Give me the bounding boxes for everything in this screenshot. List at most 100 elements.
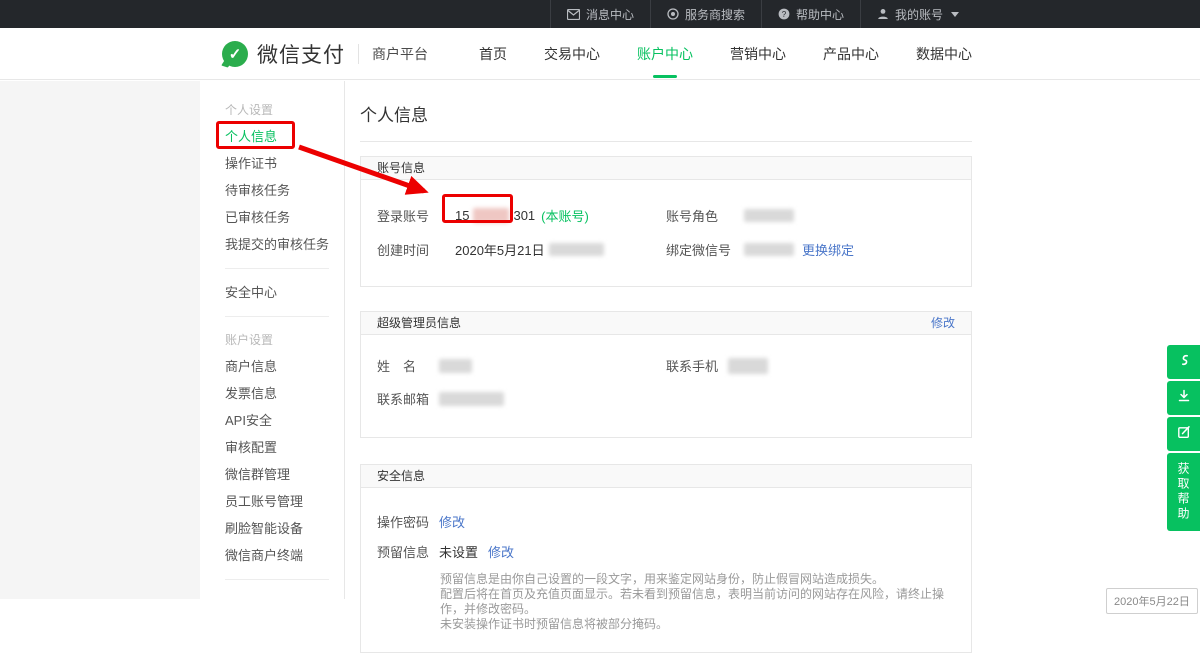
question-icon: ? (778, 8, 790, 20)
search-icon (667, 8, 679, 20)
provider-search-label: 服务商搜索 (685, 6, 745, 23)
title-divider (360, 141, 972, 142)
created-time-value: 2020年5月21日 (455, 240, 604, 259)
sidebar-item-operation-certificate[interactable]: 操作证书 (200, 150, 344, 177)
security-info-panel-body: 操作密码 修改 预留信息 未设置 修改 预留信息是由你自己设置的一段文字，用来鉴… (361, 488, 971, 652)
redacted-contact-phone (728, 358, 768, 374)
sidebar-item-pending-review-tasks[interactable]: 待审核任务 (200, 177, 344, 204)
redacted-wechat-id (744, 243, 794, 256)
download-icon (1177, 389, 1191, 408)
redacted-login-middle (473, 208, 509, 223)
login-account-value: 15301 (455, 208, 535, 223)
download-button[interactable] (1167, 381, 1200, 415)
super-admin-panel-title: 超级管理员信息 (377, 312, 461, 334)
contact-email-label: 联系邮箱 (377, 389, 439, 408)
link-icon (1177, 353, 1191, 372)
change-binding-link[interactable]: 更换绑定 (802, 240, 854, 259)
nav-marketing-center[interactable]: 营销中心 (730, 38, 786, 70)
account-role-label: 账号角色 (666, 206, 744, 225)
svg-text:?: ? (782, 10, 787, 19)
sidebar-item-staff-account-mgmt[interactable]: 员工账号管理 (200, 488, 344, 515)
left-gutter (0, 81, 200, 599)
account-info-panel: 账号信息 登录账号 15301 (本账号) 账号角色 (360, 156, 972, 287)
reserved-desc-line1: 预留信息是由你自己设置的一段文字，用来鉴定网站身份，防止假冒网站造成损失。 (440, 572, 955, 587)
sidebar-item-security-center[interactable]: 安全中心 (200, 279, 344, 306)
operation-password-label: 操作密码 (377, 512, 439, 531)
nav-home[interactable]: 首页 (479, 38, 507, 70)
get-help-button[interactable]: 获取帮助 (1167, 453, 1200, 531)
nav-account-center[interactable]: 账户中心 (637, 38, 693, 70)
nav-transaction-center[interactable]: 交易中心 (544, 38, 600, 70)
page-title: 个人信息 (360, 101, 972, 126)
sidebar-item-wechat-group-mgmt[interactable]: 微信群管理 (200, 461, 344, 488)
sidebar-divider (225, 268, 329, 269)
header: ✓ 微信支付 商户平台 首页 交易中心 账户中心 营销中心 产品中心 数据中心 (0, 28, 1200, 80)
sidebar-item-reviewed-tasks[interactable]: 已审核任务 (200, 204, 344, 231)
nav-data-center[interactable]: 数据中心 (916, 38, 972, 70)
help-widget: 获取帮助 (1167, 345, 1200, 531)
security-info-panel-title: 安全信息 (377, 465, 425, 487)
contact-phone-label: 联系手机 (666, 356, 728, 375)
edit-admin-link[interactable]: 修改 (931, 312, 955, 334)
message-center-label: 消息中心 (586, 6, 634, 23)
login-account-label: 登录账号 (377, 206, 455, 225)
message-center-link[interactable]: 消息中心 (550, 0, 650, 28)
sidebar-item-review-config[interactable]: 审核配置 (200, 434, 344, 461)
sidebar-divider (225, 579, 329, 580)
admin-name-label: 姓 名 (377, 356, 439, 375)
page-body: 个人设置 个人信息 操作证书 待审核任务 已审核任务 我提交的审核任务 安全中心… (0, 81, 1200, 599)
reserved-info-description: 预留信息是由你自己设置的一段文字，用来鉴定网站身份，防止假冒网站造成损失。 配置… (440, 572, 955, 632)
brand-separator (358, 44, 359, 64)
redacted-contact-email (439, 392, 504, 406)
account-info-panel-header: 账号信息 (361, 157, 971, 180)
main-content: 个人信息 账号信息 登录账号 15301 (本账号) 账号角色 (360, 81, 972, 653)
account-info-panel-title: 账号信息 (377, 157, 425, 179)
help-center-label: 帮助中心 (796, 6, 844, 23)
sidebar-item-wechat-merchant-terminal[interactable]: 微信商户终端 (200, 542, 344, 569)
envelope-icon (567, 9, 580, 20)
user-icon (877, 8, 889, 20)
wechat-pay-logo: ✓ (222, 41, 248, 67)
account-info-panel-body: 登录账号 15301 (本账号) 账号角色 创建时间 (361, 180, 971, 286)
reserved-info-value: 未设置 (439, 542, 478, 561)
primary-nav: 首页 交易中心 账户中心 营销中心 产品中心 数据中心 (479, 28, 972, 80)
sidebar-divider (225, 316, 329, 317)
edit-password-link[interactable]: 修改 (439, 512, 465, 531)
redacted-admin-name (439, 359, 472, 373)
super-admin-panel-body: 姓 名 联系手机 联系邮箱 (361, 335, 971, 437)
caret-down-icon (951, 12, 959, 17)
date-tooltip: 2020年5月22日 (1106, 588, 1198, 614)
redacted-created-time (549, 243, 604, 256)
edit-reserved-info-link[interactable]: 修改 (488, 542, 514, 561)
reserved-desc-line2: 配置后将在首页及充值页面显示。若未看到预留信息，表明当前访问的网站存在风险，请终… (440, 587, 955, 617)
current-account-tag: (本账号) (541, 206, 589, 225)
sidebar-item-invoice-info[interactable]: 发票信息 (200, 380, 344, 407)
created-time-label: 创建时间 (377, 240, 455, 259)
feedback-button[interactable] (1167, 417, 1200, 451)
sidebar-item-api-security[interactable]: API安全 (200, 407, 344, 434)
redacted-account-role (744, 209, 794, 222)
security-info-panel: 安全信息 操作密码 修改 预留信息 未设置 修改 预留 (360, 464, 972, 653)
sidebar: 个人设置 个人信息 操作证书 待审核任务 已审核任务 我提交的审核任务 安全中心… (200, 81, 345, 599)
sidebar-section-personal-settings: 个人设置 (200, 97, 344, 123)
security-info-panel-header: 安全信息 (361, 465, 971, 488)
sidebar-item-merchant-info[interactable]: 商户信息 (200, 353, 344, 380)
topbar: 消息中心 服务商搜索 ? 帮助中心 我的账号 (0, 0, 1200, 28)
sidebar-section-account-settings: 账户设置 (200, 327, 344, 353)
reserved-info-label: 预留信息 (377, 542, 439, 561)
help-center-link[interactable]: ? 帮助中心 (761, 0, 860, 28)
provider-search-link[interactable]: 服务商搜索 (650, 0, 761, 28)
sidebar-item-my-submitted-tasks[interactable]: 我提交的审核任务 (200, 231, 344, 258)
reserved-desc-line3: 未安装操作证书时预留信息将被部分掩码。 (440, 617, 955, 632)
brand-title: 微信支付 (257, 39, 345, 69)
super-admin-panel: 超级管理员信息 修改 姓 名 联系手机 联系邮箱 (360, 311, 972, 438)
link-button[interactable] (1167, 345, 1200, 379)
my-account-label: 我的账号 (895, 6, 943, 23)
nav-product-center[interactable]: 产品中心 (823, 38, 879, 70)
super-admin-panel-header: 超级管理员信息 修改 (361, 312, 971, 335)
sidebar-item-face-smart-device[interactable]: 刷脸智能设备 (200, 515, 344, 542)
bound-wechat-label: 绑定微信号 (666, 240, 744, 259)
portal-title: 商户平台 (372, 44, 428, 64)
sidebar-item-personal-info[interactable]: 个人信息 (200, 123, 344, 150)
my-account-menu[interactable]: 我的账号 (860, 0, 975, 28)
